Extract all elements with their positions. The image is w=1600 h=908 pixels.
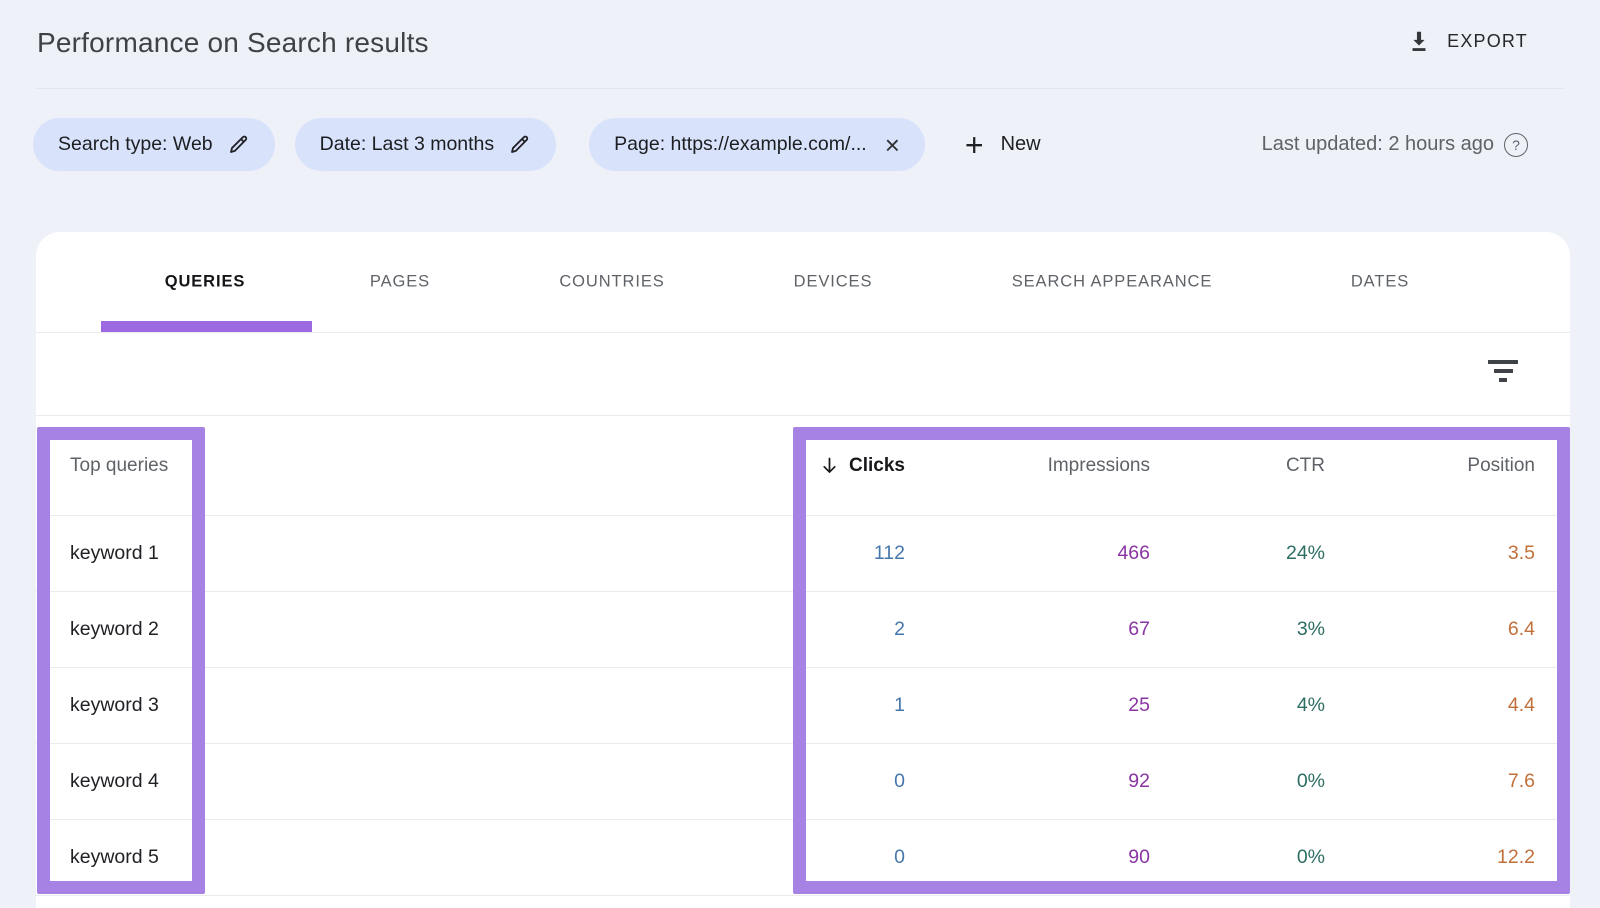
impressions-cell: 92 <box>905 770 1150 793</box>
impressions-cell: 466 <box>905 542 1150 565</box>
query-cell: keyword 5 <box>36 846 725 869</box>
table-row[interactable]: keyword 1 112 466 24% 3.5 <box>36 516 1570 592</box>
sort-desc-arrow-icon <box>819 455 840 476</box>
new-filter-button[interactable]: + New <box>961 123 1045 167</box>
close-icon[interactable]: × <box>881 132 900 158</box>
tab-countries[interactable]: COUNTRIES <box>559 273 664 292</box>
column-header-ctr[interactable]: CTR <box>1150 455 1325 477</box>
edit-pencil-icon[interactable] <box>227 133 250 156</box>
filter-rows-icon[interactable] <box>1488 360 1518 388</box>
clicks-cell: 0 <box>725 846 905 869</box>
table-row[interactable]: keyword 5 0 90 0% 12.2 <box>36 820 1570 896</box>
tab-pages[interactable]: PAGES <box>370 273 430 292</box>
filter-chip-page-label: Page: https://example.com/... <box>614 133 867 156</box>
plus-icon: + <box>965 129 984 161</box>
impressions-cell: 90 <box>905 846 1150 869</box>
column-header-position[interactable]: Position <box>1325 455 1535 477</box>
clicks-cell: 1 <box>725 694 905 717</box>
position-cell: 7.6 <box>1325 770 1535 793</box>
clicks-header-label: Clicks <box>849 455 905 477</box>
filter-chip-search-type-label: Search type: Web <box>58 133 213 156</box>
table-row[interactable]: keyword 4 0 92 0% 7.6 <box>36 744 1570 820</box>
impressions-cell: 25 <box>905 694 1150 717</box>
filter-chip-date-label: Date: Last 3 months <box>320 133 495 156</box>
position-cell: 6.4 <box>1325 618 1535 641</box>
help-icon[interactable]: ? <box>1504 133 1528 157</box>
ctr-cell: 24% <box>1150 542 1325 565</box>
column-header-clicks[interactable]: Clicks <box>725 455 905 477</box>
tab-search-appearance[interactable]: SEARCH APPEARANCE <box>1012 273 1213 292</box>
page-title: Performance on Search results <box>37 27 429 59</box>
last-updated: Last updated: 2 hours ago ? <box>1262 118 1528 171</box>
ctr-cell: 3% <box>1150 618 1325 641</box>
query-cell: keyword 4 <box>36 770 725 793</box>
filter-bar: Search type: Web Date: Last 3 months Pag… <box>33 118 1567 171</box>
table-toolbar <box>36 333 1570 415</box>
tab-queries[interactable]: QUERIES <box>165 273 246 292</box>
table-row[interactable]: keyword 2 2 67 3% 6.4 <box>36 592 1570 668</box>
tab-dates[interactable]: DATES <box>1351 273 1409 292</box>
column-header-impressions[interactable]: Impressions <box>905 455 1150 477</box>
new-filter-label: New <box>1001 133 1041 156</box>
last-updated-text: Last updated: 2 hours ago <box>1262 133 1494 156</box>
ctr-cell: 4% <box>1150 694 1325 717</box>
position-cell: 4.4 <box>1325 694 1535 717</box>
filter-chip-page[interactable]: Page: https://example.com/... × <box>589 118 925 171</box>
query-cell: keyword 1 <box>36 542 725 565</box>
query-cell: keyword 3 <box>36 694 725 717</box>
queries-table: Top queries Clicks Impressions CTR Posit… <box>36 415 1570 896</box>
tab-devices[interactable]: DEVICES <box>794 273 873 292</box>
position-cell: 12.2 <box>1325 846 1535 869</box>
filter-chip-date[interactable]: Date: Last 3 months <box>295 118 557 171</box>
clicks-cell: 2 <box>725 618 905 641</box>
position-cell: 3.5 <box>1325 542 1535 565</box>
clicks-cell: 112 <box>725 542 905 565</box>
ctr-cell: 0% <box>1150 770 1325 793</box>
export-label: EXPORT <box>1447 31 1528 52</box>
column-header-top-queries[interactable]: Top queries <box>36 455 725 477</box>
report-card: QUERIES PAGES COUNTRIES DEVICES SEARCH A… <box>36 232 1570 908</box>
export-button[interactable]: EXPORT <box>1406 24 1528 58</box>
active-tab-underline <box>101 321 312 332</box>
edit-pencil-icon[interactable] <box>508 133 531 156</box>
table-header-row: Top queries Clicks Impressions CTR Posit… <box>36 416 1570 516</box>
query-cell: keyword 2 <box>36 618 725 641</box>
ctr-cell: 0% <box>1150 846 1325 869</box>
table-row[interactable]: keyword 3 1 25 4% 4.4 <box>36 668 1570 744</box>
filter-chip-search-type[interactable]: Search type: Web <box>33 118 275 171</box>
impressions-cell: 67 <box>905 618 1150 641</box>
download-icon <box>1406 28 1432 54</box>
performance-page: Performance on Search results EXPORT Sea… <box>0 0 1600 908</box>
clicks-cell: 0 <box>725 770 905 793</box>
tab-bar: QUERIES PAGES COUNTRIES DEVICES SEARCH A… <box>36 232 1570 333</box>
header-divider <box>36 88 1564 89</box>
